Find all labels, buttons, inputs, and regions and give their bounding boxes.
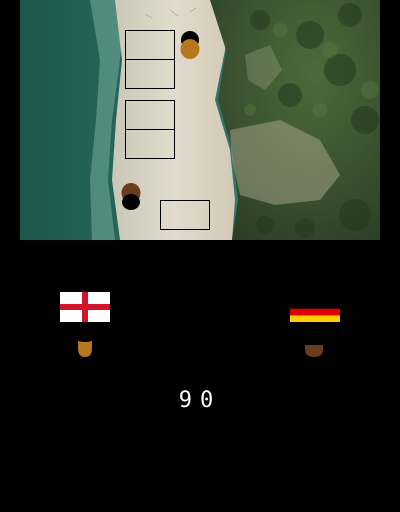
player1-score: 9 — [178, 388, 200, 413]
england-flag-icon — [60, 292, 110, 322]
germany-flag-icon — [290, 302, 340, 322]
player2-score: 0 — [200, 388, 222, 413]
game-board[interactable] — [20, 0, 380, 240]
player2-token[interactable] — [121, 182, 141, 212]
player2-icon — [304, 342, 324, 358]
score-display: 90 — [150, 388, 250, 413]
slot-4[interactable] — [125, 129, 175, 159]
slot-2[interactable] — [125, 59, 175, 89]
player1-icon — [75, 336, 95, 358]
slot-3[interactable] — [125, 100, 175, 130]
slot-1[interactable] — [125, 30, 175, 60]
slot-5[interactable] — [160, 200, 210, 230]
player1-token[interactable] — [180, 30, 200, 60]
